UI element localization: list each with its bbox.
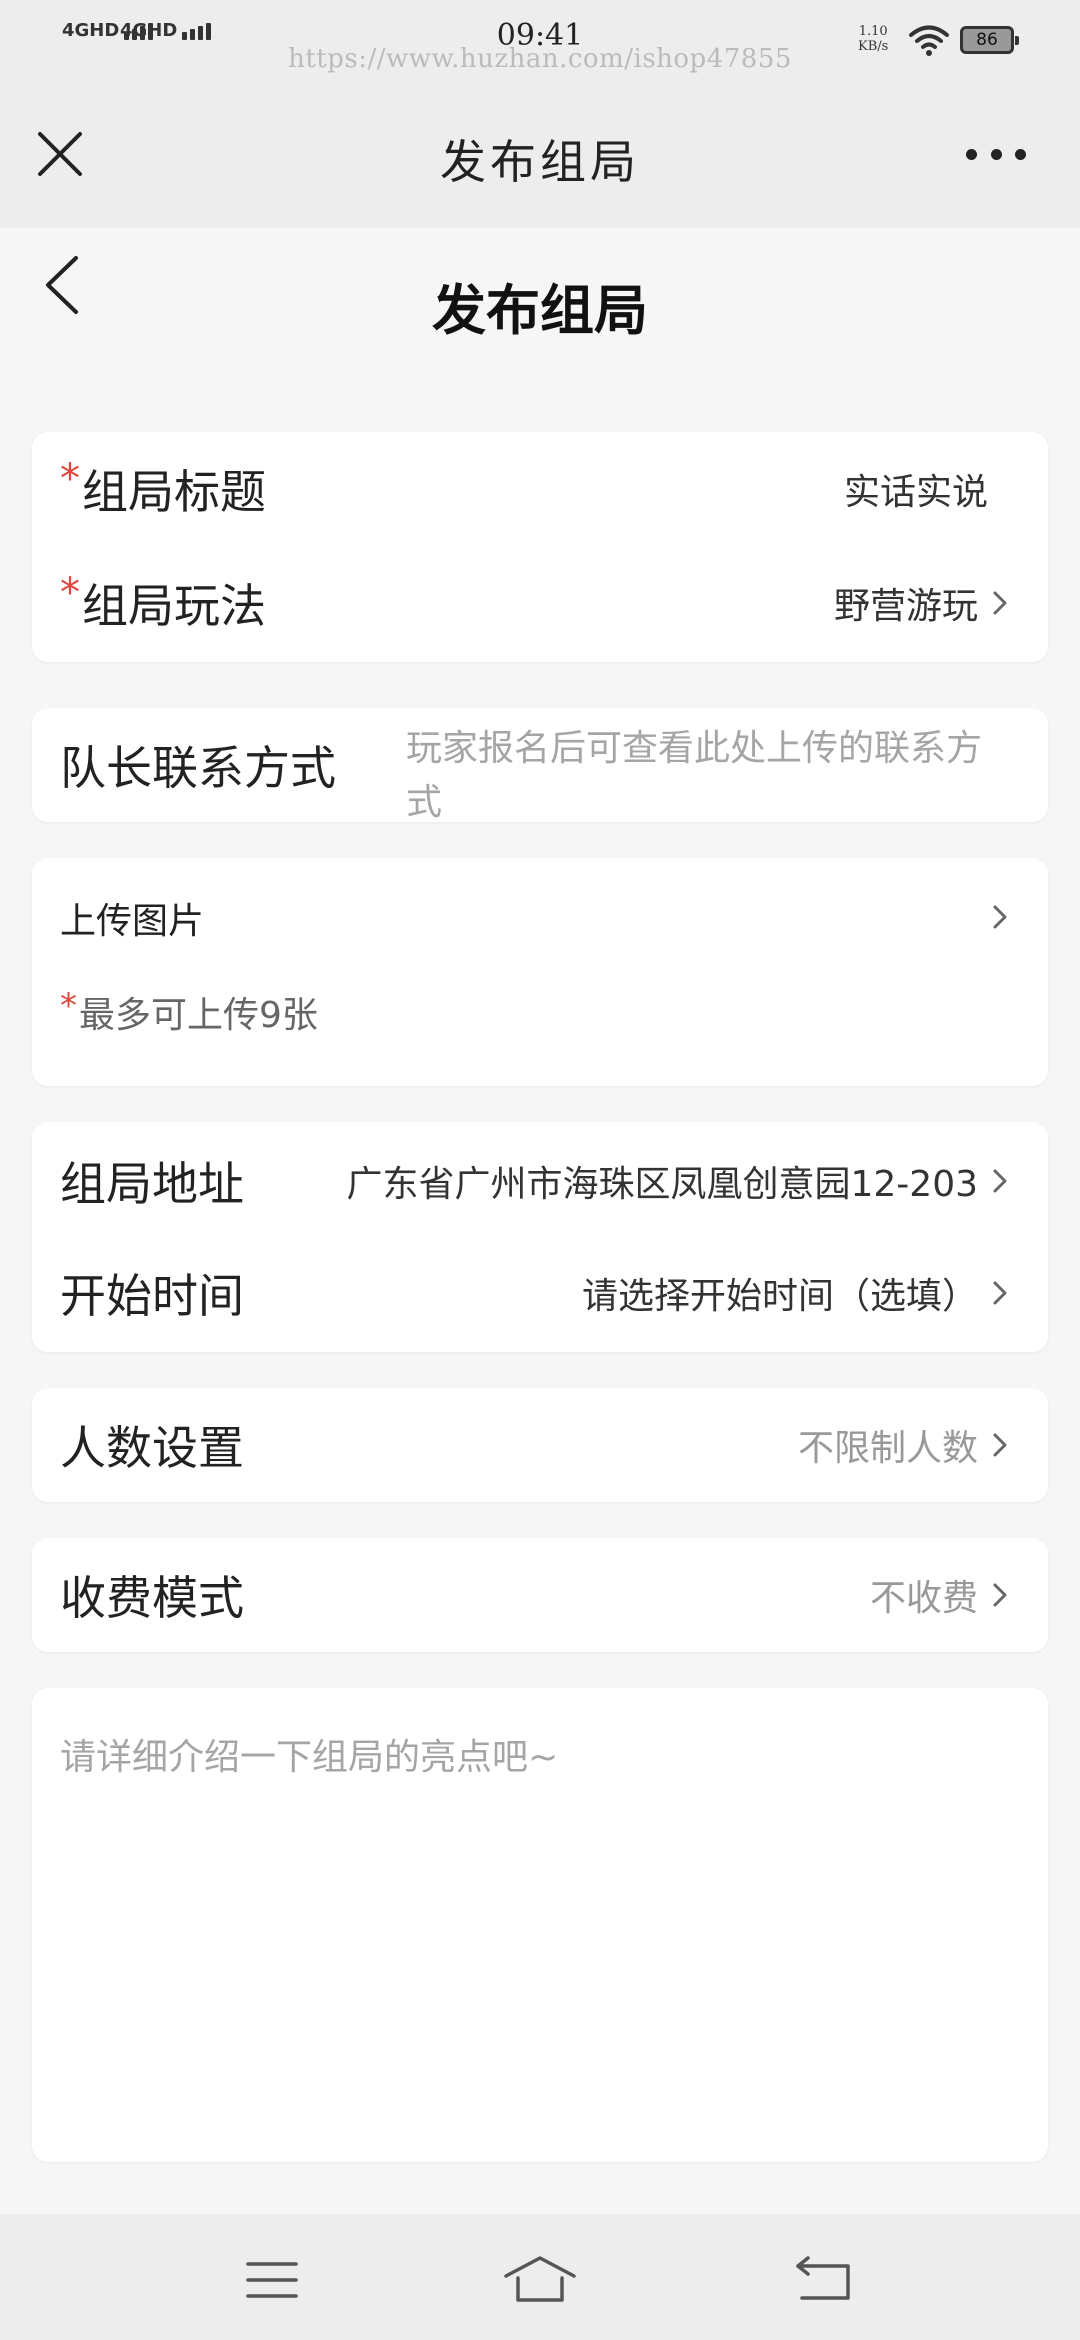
upload-label[interactable]: 上传图片 bbox=[60, 892, 204, 944]
people-value: 不限制人数 bbox=[797, 1428, 978, 1469]
more-dot-icon bbox=[966, 148, 977, 160]
location-card: 组局地址 广东省广州市海珠区凤凰创意园12-203 开始时间 请选择开始时间（选… bbox=[32, 1122, 1048, 1352]
battery-level: 86 bbox=[976, 30, 998, 50]
chevron-right-icon bbox=[993, 1433, 1007, 1457]
required-mark: * bbox=[60, 570, 80, 616]
address-row[interactable]: 组局地址 广东省广州市海珠区凤凰创意园12-203 bbox=[32, 1122, 1048, 1240]
required-mark: * bbox=[60, 986, 77, 1026]
upload-note-text: 最多可上传9张 bbox=[79, 995, 318, 1036]
contact-input[interactable]: 玩家报名后可查看此处上传的联系方式 bbox=[406, 722, 1006, 830]
fee-row[interactable]: 收费模式 不收费 bbox=[32, 1538, 1048, 1652]
close-icon[interactable] bbox=[30, 124, 90, 184]
chevron-right-icon bbox=[993, 1281, 1007, 1305]
description-card bbox=[32, 1688, 1048, 2162]
system-navigation-bar bbox=[0, 2214, 1080, 2340]
people-label: 人数设置 bbox=[60, 1421, 244, 1475]
menu-icon[interactable] bbox=[232, 2252, 312, 2308]
back-nav-icon[interactable] bbox=[784, 2252, 864, 2308]
title-label: *组局标题 bbox=[60, 456, 266, 522]
title-row[interactable]: *组局标题 实话实说 bbox=[32, 432, 1048, 546]
more-dot-icon bbox=[990, 148, 1002, 160]
status-bar: 4GHD 4GHD 09:41 https://www.huzhan.com/i… bbox=[0, 0, 1080, 78]
chevron-right-icon bbox=[993, 591, 1007, 615]
fee-label: 收费模式 bbox=[60, 1571, 244, 1625]
fee-card: 收费模式 不收费 bbox=[32, 1538, 1048, 1652]
nav-title: 发布组局 bbox=[440, 135, 640, 189]
upload-card: 上传图片 *最多可上传9张 bbox=[32, 858, 1048, 1086]
chevron-right-icon bbox=[993, 1583, 1007, 1607]
more-dot-icon bbox=[1015, 148, 1026, 160]
play-label: *组局玩法 bbox=[60, 570, 266, 636]
network-speed: 1.10 KB/s bbox=[858, 24, 888, 54]
home-icon[interactable] bbox=[500, 2252, 580, 2308]
top-navigation-bar: 发布组局 bbox=[0, 78, 1080, 228]
play-row[interactable]: *组局玩法 野营游玩 bbox=[32, 546, 1048, 660]
wifi-icon bbox=[909, 25, 949, 56]
network-speed-unit: KB/s bbox=[858, 39, 889, 54]
start-time-value: 请选择开始时间（选填） bbox=[581, 1276, 978, 1317]
description-input[interactable] bbox=[60, 1728, 1020, 2148]
title-value[interactable]: 实话实说 bbox=[844, 463, 988, 515]
basic-info-card: *组局标题 实话实说 *组局玩法 野营游玩 bbox=[32, 432, 1048, 662]
people-card: 人数设置 不限制人数 bbox=[32, 1388, 1048, 1502]
play-label-text: 组局玩法 bbox=[82, 579, 266, 633]
network-speed-value: 1.10 bbox=[858, 24, 888, 39]
battery-icon: 86 bbox=[960, 26, 1019, 54]
play-value: 野营游玩 bbox=[833, 586, 978, 627]
people-row[interactable]: 人数设置 不限制人数 bbox=[32, 1388, 1048, 1502]
address-label: 组局地址 bbox=[60, 1157, 244, 1211]
chevron-right-icon[interactable] bbox=[990, 902, 1010, 932]
page-title: 发布组局 bbox=[432, 279, 648, 342]
address-value: 广东省广州市海珠区凤凰创意园12-203 bbox=[346, 1164, 978, 1205]
upload-limit-note: *最多可上传9张 bbox=[60, 986, 318, 1038]
back-arrow-icon[interactable] bbox=[36, 250, 96, 320]
title-label-text: 组局标题 bbox=[82, 465, 266, 519]
start-time-row[interactable]: 开始时间 请选择开始时间（选填） bbox=[32, 1236, 1048, 1350]
contact-label: 队长联系方式 bbox=[60, 741, 336, 795]
contact-card: 队长联系方式 玩家报名后可查看此处上传的联系方式 bbox=[32, 708, 1048, 823]
start-time-label: 开始时间 bbox=[60, 1269, 244, 1323]
required-mark: * bbox=[60, 456, 80, 502]
more-options-button[interactable] bbox=[966, 138, 1026, 170]
chevron-right-icon bbox=[993, 1169, 1007, 1193]
fee-value: 不收费 bbox=[869, 1578, 978, 1619]
